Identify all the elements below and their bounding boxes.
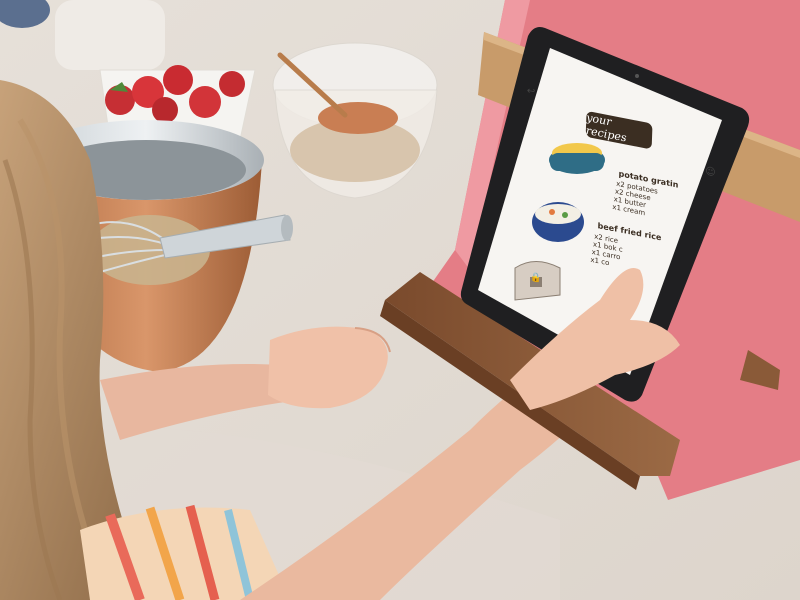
back-arrow-icon[interactable]: ↩ bbox=[527, 85, 536, 98]
glass-jar bbox=[55, 0, 165, 70]
recipe-app-screen: ↩ ☺ your recipes potato gratin x2 potato… bbox=[509, 58, 736, 416]
page-title: your recipes bbox=[585, 110, 653, 150]
lock-icon: 🔒 bbox=[530, 272, 542, 285]
kitchen-scene: ↩ ☺ your recipes potato gratin x2 potato… bbox=[0, 0, 800, 600]
user-icon[interactable]: ☺ bbox=[705, 166, 716, 179]
